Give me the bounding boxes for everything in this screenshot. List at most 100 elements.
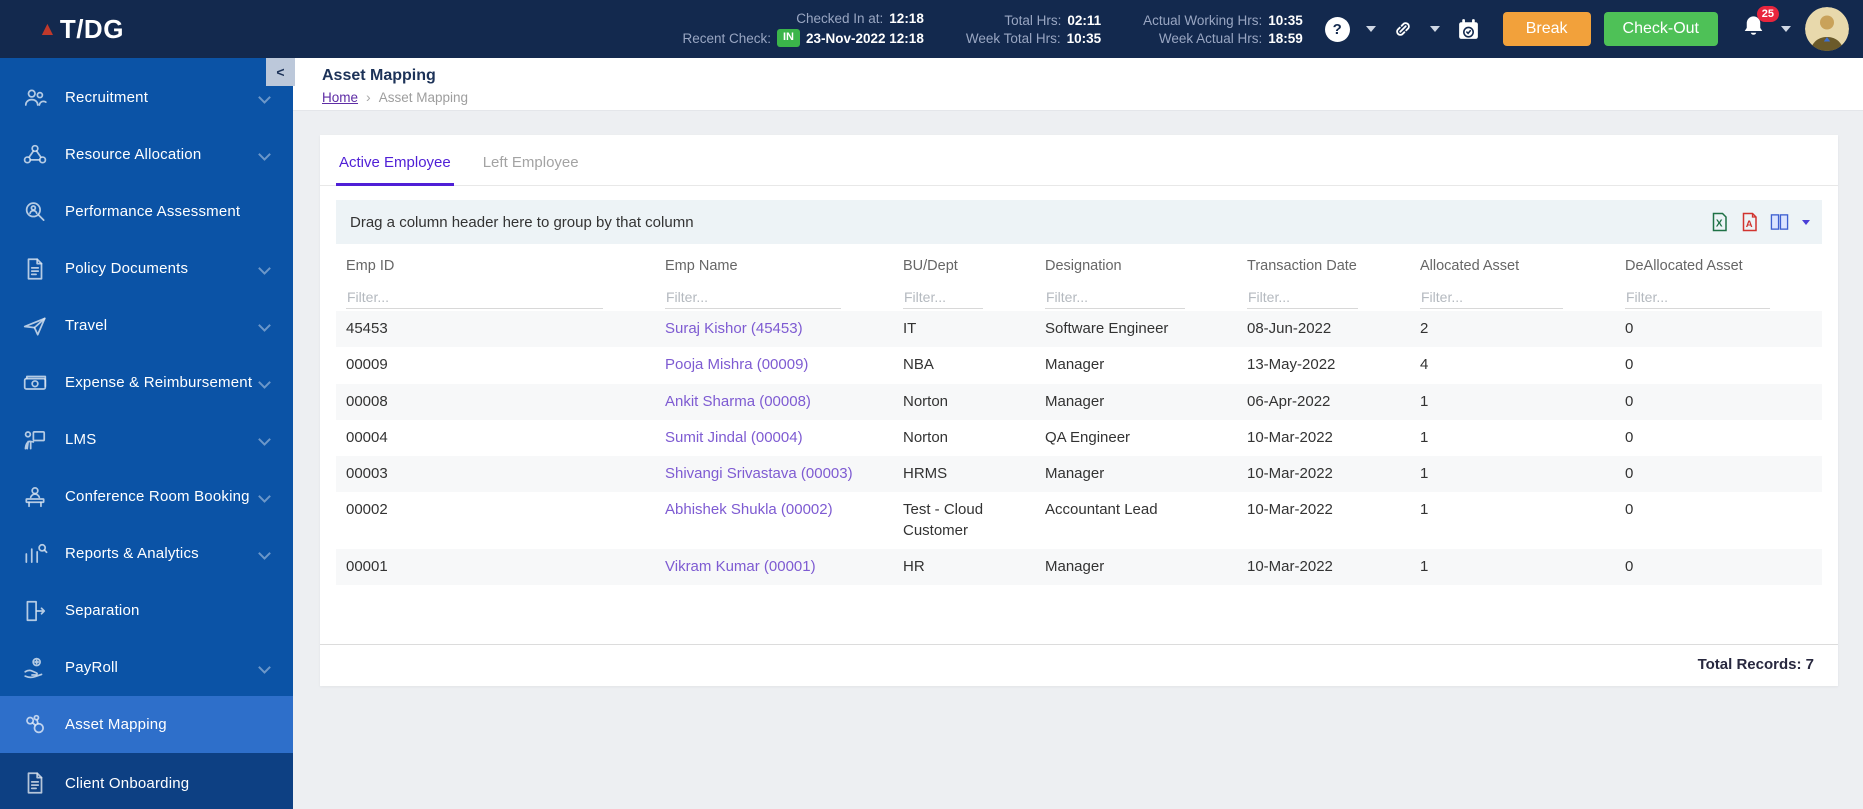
sidebar-item-conference-room-booking[interactable]: Conference Room Booking [0,468,293,525]
cell-allocated: 2 [1420,320,1429,337]
filter-input-emp-name[interactable] [665,286,841,309]
cell-designation: Software Engineer [1045,320,1169,337]
filter-input-emp-id[interactable] [346,286,603,309]
exit-door-icon [22,598,48,624]
cell-bu-dept: Norton [903,392,949,410]
brand-logo[interactable]: ▲ T/DG [38,14,124,45]
column-header-designation[interactable]: Designation [1035,246,1237,280]
cell-transaction-date: 10-Mar-2022 [1247,465,1333,482]
employee-name-link[interactable]: Abhishek Shukla (00002) [665,501,833,518]
filter-input-transaction-date[interactable] [1247,286,1358,309]
tab-left-employee[interactable]: Left Employee [480,150,582,186]
employee-name-link[interactable]: Suraj Kishor (45453) [665,320,803,337]
cell-emp-id: 00004 [346,428,388,446]
table-body: 45453 Suraj Kishor (45453) IT Software Engi… [336,311,1822,585]
notifications-bell-icon[interactable]: 25 [1740,6,1779,45]
page-title: Asset Mapping [322,67,436,84]
employee-name-link[interactable]: Sumit Jindal (00004) [665,429,803,446]
cell-bu-dept: HRMS [903,465,948,482]
user-avatar[interactable] [1805,7,1849,51]
sidebar-collapse-button[interactable]: < [266,58,295,86]
column-header-deallocated-asset[interactable]: DeAllocated Asset [1615,246,1822,280]
column-header-emp-id[interactable]: Emp ID [336,246,655,280]
recent-check-label: Recent Check: [682,30,771,46]
cell-transaction-date: 10-Mar-2022 [1247,557,1333,575]
employee-name-link[interactable]: Pooja Mishra (00009) [665,356,808,373]
sidebar-item-separation[interactable]: Separation [0,582,293,639]
link-icon[interactable] [1392,18,1414,40]
sidebar-item-policy-documents[interactable]: Policy Documents [0,240,293,297]
checked-in-label: Checked In at: [796,11,884,27]
chevron-down-icon[interactable] [1781,26,1791,32]
training-icon [22,427,48,453]
tab-bar: Active Employee Left Employee [320,135,1838,186]
cell-deallocated: 0 [1625,557,1634,575]
recent-check-value: 23-Nov-2022 12:18 [806,30,924,46]
breadcrumb: Home › Asset Mapping [322,89,1863,105]
calendar-icon[interactable] [1456,17,1481,42]
filter-input-deallocated-asset[interactable] [1625,286,1770,309]
filter-input-designation[interactable] [1045,286,1185,309]
sidebar-item-expense-reimbursement[interactable]: Expense & Reimbursement [0,354,293,411]
chevron-down-icon [258,148,271,161]
help-icon[interactable]: ? [1324,16,1350,42]
svg-text:X: X [1716,219,1723,230]
chevron-down-icon[interactable] [1429,26,1440,32]
cell-emp-name: Pooja Mishra (00009) [655,347,893,383]
cell-allocated: 1 [1420,557,1429,575]
sidebar-item-performance-assessment[interactable]: Performance Assessment [0,183,293,240]
cell-deallocated: 0 [1625,392,1634,410]
sidebar-item-lms[interactable]: LMS [0,411,293,468]
chevron-down-icon[interactable] [1365,26,1376,32]
table-row: 00001 Vikram Kumar (00001) HR Manager 10-Mar… [336,548,1822,585]
tab-active-employee[interactable]: Active Employee [336,150,454,186]
cell-bu-dept: Test - Cloud Customer [903,501,984,539]
cell-deallocated: 0 [1625,356,1634,374]
org-network-icon [22,142,48,168]
airplane-icon [22,313,48,339]
cell-allocated: 4 [1420,356,1429,374]
break-button[interactable]: Break [1502,12,1591,46]
sidebar-item-travel[interactable]: Travel [0,297,293,354]
column-header-allocated-asset[interactable]: Allocated Asset [1410,246,1615,280]
cell-allocated: 1 [1420,428,1429,446]
export-excel-icon[interactable]: X [1710,212,1729,232]
table-row: 00009 Pooja Mishra (00009) NBA Manager 13-Ma… [336,347,1822,383]
total-records-label: Total Records: [1697,656,1802,673]
filter-input-bu-dept[interactable] [903,286,983,309]
column-header-transaction-date[interactable]: Transaction Date [1237,246,1410,280]
chevron-down-icon [258,262,271,275]
sidebar-item-payroll[interactable]: PayRoll [0,639,293,696]
cell-transaction-date: 08-Jun-2022 [1247,320,1332,337]
filter-input-allocated-asset[interactable] [1420,286,1563,309]
column-header-row: Emp ID Emp Name BU/Dept Designation Transact… [336,246,1822,280]
week-actual-hrs-value: 18:59 [1268,30,1303,46]
asset-table: Emp ID Emp Name BU/Dept Designation Transact… [336,246,1822,585]
employee-name-link[interactable]: Ankit Sharma (00008) [665,393,811,410]
chevron-down-icon[interactable] [1802,219,1810,225]
checkout-button[interactable]: Check-Out [1603,12,1718,46]
sidebar-item-reports-analytics[interactable]: Reports & Analytics [0,525,293,582]
breadcrumb-home-link[interactable]: Home [322,90,358,105]
chevron-down-icon [258,490,271,503]
sidebar-item-client-onboarding[interactable]: Client Onboarding [0,753,293,809]
cell-transaction-date: 06-Apr-2022 [1247,392,1331,410]
export-pdf-icon[interactable]: A [1740,212,1759,232]
cell-designation: Accountant Lead [1045,501,1158,519]
sidebar-item-asset-mapping[interactable]: Asset Mapping [0,696,293,753]
actual-working-hrs-value: 10:35 [1268,12,1303,28]
sidebar-item-resource-allocation[interactable]: Resource Allocation [0,126,293,183]
cell-emp-id: 00009 [346,356,388,374]
search-person-icon [22,199,48,225]
column-header-bu-dept[interactable]: BU/Dept [893,246,1035,280]
sidebar-item-label: PayRoll [65,659,119,676]
column-chooser-icon[interactable] [1770,212,1789,232]
brand-text: T/DG [59,13,124,44]
employee-name-link[interactable]: Vikram Kumar (00001) [665,558,816,575]
column-header-emp-name[interactable]: Emp Name [655,246,893,280]
sidebar-item-recruitment[interactable]: Recruitment [0,69,293,126]
brand-triangle-icon: ▲ [38,18,57,40]
group-panel[interactable]: Drag a column header here to group by th… [336,200,1822,244]
employee-name-link[interactable]: Shivangi Srivastava (00003) [665,465,853,482]
table-row: 00002 Abhishek Shukla (00002) Test - Cloud… [336,492,1822,549]
